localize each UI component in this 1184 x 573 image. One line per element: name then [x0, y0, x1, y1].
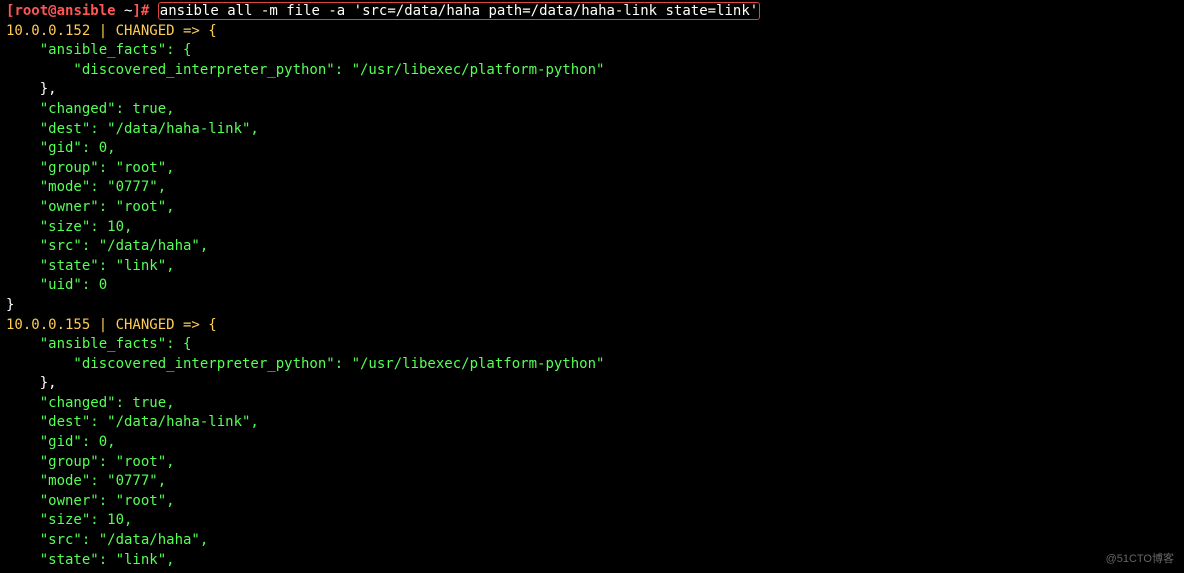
output-line: "mode": "0777",: [6, 473, 166, 489]
output-line: },: [6, 81, 57, 97]
watermark: @51CTO博客: [1106, 552, 1174, 567]
output-line: "changed": true,: [6, 101, 175, 117]
output-line: "group": "root",: [6, 160, 175, 176]
output-line: "mode": "0777",: [6, 179, 166, 195]
output-line: "dest": "/data/haha-link",: [6, 121, 259, 137]
output-line: "owner": "root",: [6, 493, 175, 509]
prompt-hash: #: [141, 3, 158, 19]
output-line: "changed": true,: [6, 395, 175, 411]
output-line: "state": "link",: [6, 258, 175, 274]
command-highlight-box: ansible all -m file -a 'src=/data/haha p…: [158, 2, 760, 20]
output-line: "discovered_interpreter_python": "/usr/l…: [6, 62, 604, 78]
prompt-sep: [116, 3, 124, 19]
output-line: "size": 10,: [6, 219, 132, 235]
prompt-user: root: [14, 3, 48, 19]
output-line: "gid": 0,: [6, 434, 116, 450]
output-line: "dest": "/data/haha-link",: [6, 414, 259, 430]
host-header-1: 10.0.0.152 | CHANGED => {: [6, 23, 217, 39]
prompt-host: ansible: [57, 3, 116, 19]
output-line: },: [6, 375, 57, 391]
output-line: "discovered_interpreter_python": "/usr/l…: [6, 356, 604, 372]
output-line: "owner": "root",: [6, 199, 175, 215]
output-line: "gid": 0,: [6, 140, 116, 156]
prompt-close-bracket: ]: [132, 3, 140, 19]
output-line: "ansible_facts": {: [6, 336, 191, 352]
prompt-at: @: [48, 3, 56, 19]
output-line: "size": 10,: [6, 512, 132, 528]
output-line: "uid": 0: [6, 277, 107, 293]
output-line: "src": "/data/haha",: [6, 532, 208, 548]
output-line: "src": "/data/haha",: [6, 238, 208, 254]
host-header-2: 10.0.0.155 | CHANGED => {: [6, 317, 217, 333]
output-line: }: [6, 297, 14, 313]
terminal-output[interactable]: [root@ansible ~]# ansible all -m file -a…: [0, 0, 1184, 572]
output-line: "state": "link",: [6, 552, 175, 568]
output-line: "ansible_facts": {: [6, 42, 191, 58]
output-line: "group": "root",: [6, 454, 175, 470]
